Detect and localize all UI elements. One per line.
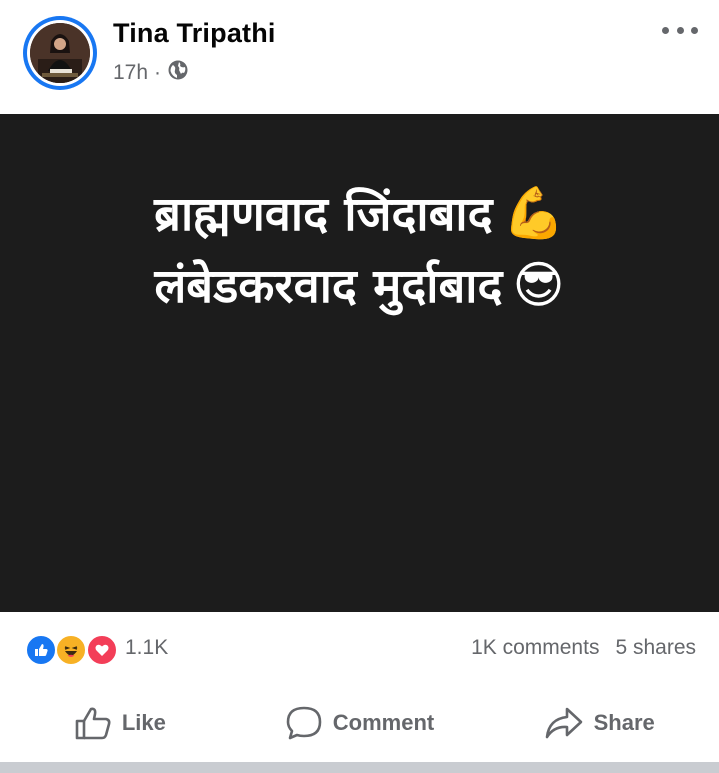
love-reaction-icon [86,634,118,666]
post-stats: 1K comments 5 shares [471,636,696,660]
author-avatar[interactable] [23,16,97,90]
comment-label: Comment [332,710,435,735]
meta-separator: · [154,61,162,84]
post-meta: 17h · [113,59,189,87]
more-options-icon[interactable] [662,18,698,42]
reaction-count[interactable]: 1.1K [125,636,168,660]
like-button[interactable]: Like [0,684,240,762]
reactions-summary: 1.1K 1K comments 5 shares [0,612,719,684]
sunglasses-emoji: 😎 [512,256,565,314]
flexed-biceps-emoji: 💪 [502,184,565,242]
share-arrow-icon [544,705,584,741]
image-text-line-2: लंबेडकरवाद मुर्दाबाद [154,259,503,314]
image-text-line-1: ब्राह्मणवाद जिंदाबाद [154,187,493,242]
feed-divider [0,762,719,773]
globe-icon [167,59,189,87]
share-label: Share [593,710,655,735]
avatar-photo [30,23,90,83]
reaction-icons[interactable] [25,634,125,666]
shares-count[interactable]: 5 shares [615,636,696,660]
author-name[interactable]: Tina Tripathi [113,18,276,49]
post-actions: Like Comment Share [0,684,719,762]
comments-count[interactable]: 1K comments [471,636,599,660]
like-label: Like [121,710,166,735]
post-header: Tina Tripathi 17h · [0,0,719,114]
like-reaction-icon [25,634,57,666]
post-image-text: ब्राह्मणवाद जिंदाबाद 💪 लंबेडकरवाद मुर्दाब… [0,178,719,322]
comment-button[interactable]: Comment [240,684,480,762]
post-time[interactable]: 17h [113,61,148,85]
comment-bubble-icon [285,705,323,741]
haha-reaction-icon [55,634,87,666]
share-button[interactable]: Share [479,684,719,762]
thumbs-up-icon [74,705,112,741]
